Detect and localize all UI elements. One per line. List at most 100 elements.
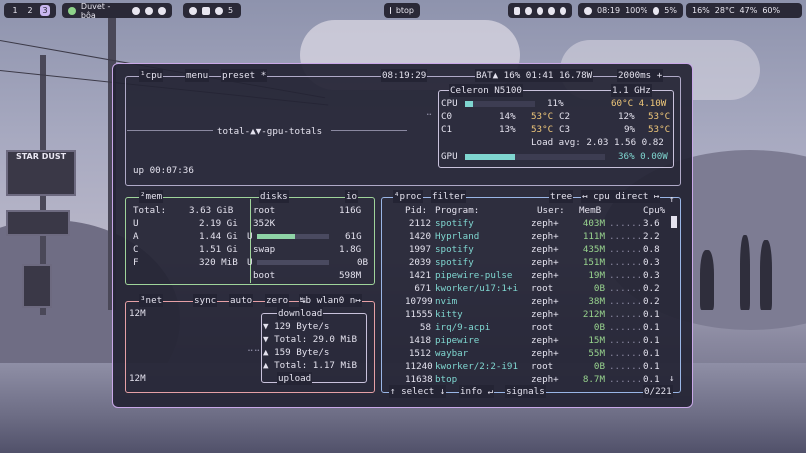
core-c2-name: C2	[559, 111, 571, 122]
menu-button[interactable]: menu	[185, 69, 210, 82]
workspace-switcher: 1 2 3	[4, 3, 56, 18]
scroll-down-icon[interactable]: ↓	[669, 372, 675, 385]
brightness[interactable]: 5%	[647, 3, 683, 18]
process-row[interactable]	[383, 321, 663, 334]
process-row[interactable]	[383, 243, 663, 256]
proc-filter[interactable]: filter	[431, 190, 467, 203]
mem-free-value: 320 MiB	[199, 257, 238, 268]
wifi-icon[interactable]	[536, 6, 544, 15]
workspace-1[interactable]: 1	[10, 5, 20, 16]
disk-root-meter	[257, 234, 329, 239]
net-sync[interactable]: sync	[193, 294, 218, 307]
header-cpu[interactable]: Cpu%	[643, 204, 665, 217]
cpu-model: Celeron N5100	[449, 84, 523, 97]
swap-meter	[257, 260, 329, 265]
tree	[700, 250, 714, 310]
bluetooth-icon[interactable]	[525, 6, 532, 15]
proc-tree[interactable]: tree	[549, 190, 574, 203]
tree	[760, 240, 772, 310]
scrollbar-thumb[interactable]	[671, 216, 677, 228]
mem-cached-key: C	[133, 244, 139, 255]
core-c3-temp: 53°C	[648, 124, 671, 135]
star-dust-sign: STAR DUST	[6, 150, 76, 196]
process-row[interactable]	[383, 347, 663, 360]
header-pid[interactable]: Pid:	[405, 204, 427, 217]
uptime: up 00:07:36	[133, 165, 194, 176]
btop-terminal[interactable]: ¹cpu menu preset * 08:19:29 BAT▲ 16% 01:…	[112, 63, 693, 408]
core-c3-pct: 9%	[624, 124, 636, 135]
net-graph-dots: ⣀⣀	[247, 341, 261, 352]
process-row[interactable]	[383, 282, 663, 295]
boot-label: boot	[253, 270, 276, 281]
moon-icon[interactable]	[548, 6, 555, 15]
process-row[interactable]	[383, 360, 663, 373]
clock-icon	[584, 6, 592, 15]
keyboard-icon[interactable]	[202, 6, 210, 15]
core-c2-pct: 12%	[618, 111, 635, 122]
swap-used: 0B	[357, 257, 369, 268]
workspace-3[interactable]: 3	[40, 5, 50, 16]
net-bottom-scale: 12M	[129, 373, 146, 384]
battery-icon	[514, 6, 521, 15]
process-row[interactable]	[383, 217, 663, 230]
clock-display: 08:19:29	[381, 69, 428, 82]
swap-used-label: U	[247, 257, 253, 268]
mem-free-key: F	[133, 257, 139, 268]
header-user[interactable]: User:	[537, 204, 565, 217]
signals-control[interactable]: signals	[505, 385, 546, 398]
brightness-value: 5%	[664, 6, 677, 15]
header-mem[interactable]: MemB	[579, 204, 601, 217]
preset-button[interactable]: preset *	[221, 69, 268, 82]
proc-title[interactable]: ⁴proc	[393, 190, 423, 203]
process-row[interactable]	[383, 256, 663, 269]
process-row[interactable]	[383, 269, 663, 282]
gpu-percent-power: 36% 0.00W	[618, 151, 668, 162]
header-program[interactable]: Program:	[435, 204, 479, 217]
mem-title[interactable]: ²mem	[139, 190, 164, 203]
net-interface[interactable]: ↹b wlan0 n↦	[299, 294, 362, 307]
media-player: Duvet - bôa	[62, 2, 172, 20]
power-icon[interactable]	[559, 6, 567, 15]
io-toggle[interactable]: io	[345, 190, 359, 203]
swap-size: 1.8G	[339, 244, 362, 255]
process-row[interactable]	[383, 308, 663, 321]
info-control[interactable]: info ↵	[459, 385, 495, 398]
upload-rate: ▲ 159 Byte/s	[263, 347, 330, 358]
cpu-meter	[465, 101, 535, 107]
clock[interactable]: 08:19	[597, 6, 620, 15]
memory-usage: 47%	[739, 6, 758, 15]
temperature: 28°C	[714, 6, 735, 15]
cpu-title[interactable]: ¹cpu	[139, 69, 164, 82]
cpu-graph-label: total-▲▼-gpu-totals	[217, 126, 323, 137]
process-row[interactable]	[383, 230, 663, 243]
previous-icon[interactable]	[132, 6, 141, 15]
select-control[interactable]: ↑ select ↓	[389, 385, 447, 398]
settings-icon[interactable]	[189, 6, 197, 15]
download-label: download	[277, 307, 324, 320]
net-zero[interactable]: zero	[265, 294, 290, 307]
net-auto[interactable]: auto	[229, 294, 254, 307]
download-total: ▼ Total: 29.0 MiB	[263, 334, 358, 345]
mem-used-value: 2.19 Gi	[199, 218, 238, 229]
cpu-usage: 16%	[692, 6, 710, 15]
active-window: btop	[384, 3, 420, 18]
boot-size: 598M	[339, 270, 362, 281]
cpu-temp-power: 60°C 4.10W	[611, 98, 667, 109]
mem-used-key: U	[133, 218, 139, 229]
proc-sort[interactable]: ↤ cpu direct ↦	[581, 190, 661, 203]
disks-title[interactable]: disks	[259, 190, 289, 203]
scroll-up-icon[interactable]: ↑	[669, 193, 675, 206]
workspace-2[interactable]: 2	[25, 5, 35, 16]
next-icon[interactable]	[158, 6, 166, 15]
music-icon	[68, 6, 76, 15]
station-sign	[6, 210, 70, 236]
terminal-icon	[390, 7, 391, 14]
update-interval[interactable]: 2000ms +	[617, 69, 664, 82]
load-average: Load avg: 2.03 1.56 0.82	[531, 137, 664, 148]
process-row[interactable]	[383, 334, 663, 347]
pause-icon[interactable]	[145, 6, 154, 15]
process-row[interactable]	[383, 295, 663, 308]
net-title[interactable]: ³net	[139, 294, 164, 307]
display-icon[interactable]	[215, 6, 223, 15]
volume[interactable]: 100%	[625, 6, 648, 15]
